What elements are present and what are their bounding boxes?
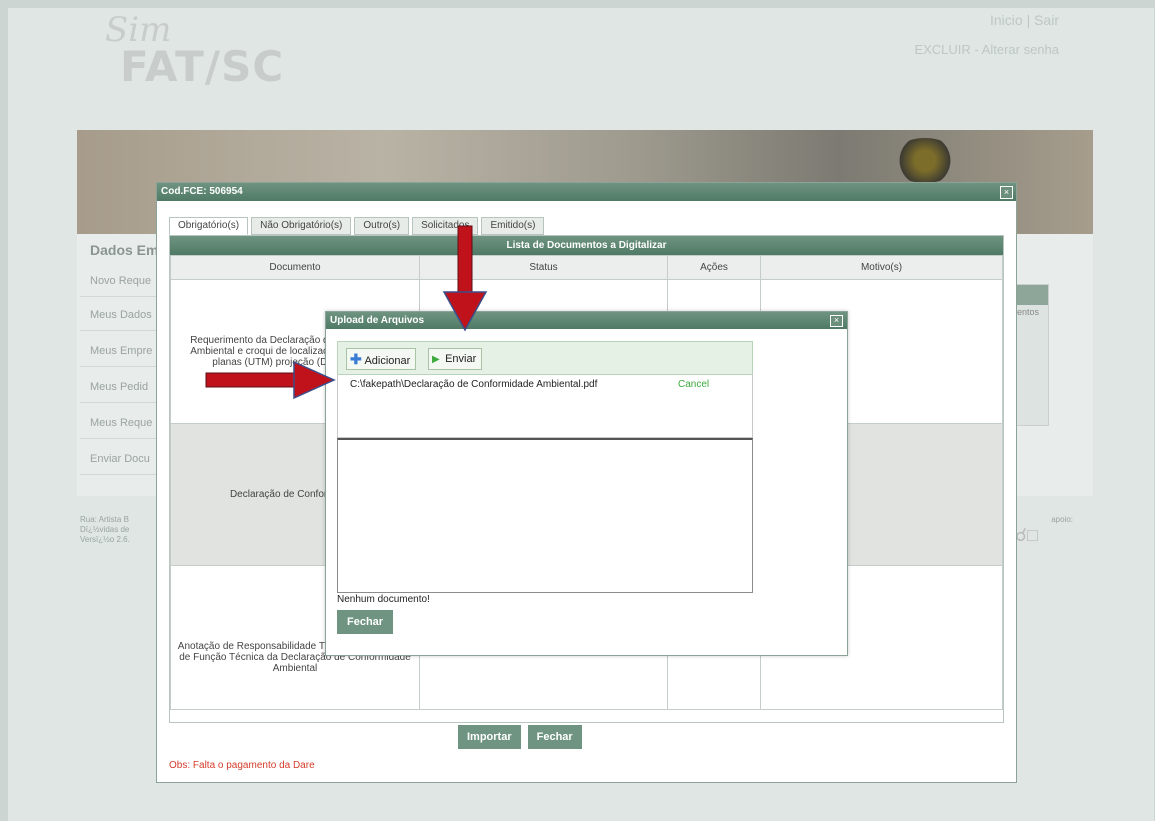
tab-outros[interactable]: Outro(s): [354, 217, 410, 235]
stub-header: [1015, 285, 1048, 305]
plus-icon: ✚: [350, 351, 362, 367]
upload-queue: C:\fakepath\Declaração de Conformidade A…: [337, 374, 753, 438]
play-icon: ▶: [432, 354, 440, 365]
link-separator: |: [1026, 12, 1031, 28]
upload-toolbar: ✚ Adicionar ▶ Enviar: [337, 341, 753, 375]
background-table-stub: entos: [1014, 284, 1049, 426]
tab-emitidos[interactable]: Emitido(s): [481, 217, 545, 235]
queued-file-path: C:\fakepath\Declaração de Conformidade A…: [350, 379, 598, 390]
sponsor-logos: ☌□: [1015, 525, 1038, 545]
link-excluir[interactable]: EXCLUIR: [914, 42, 970, 57]
close-icon[interactable]: ×: [1000, 186, 1013, 199]
top-links: Inicio | Sair EXCLUIR - Alterar senha: [914, 12, 1059, 57]
upload-title: Upload de Arquivos: [326, 312, 847, 329]
col-acoes: Ações: [667, 255, 761, 280]
sidebar-title: Dados Em: [90, 242, 159, 258]
dialog-title: Cod.FCE: 506954: [157, 183, 1016, 201]
link-sair[interactable]: Sair: [1034, 12, 1059, 28]
fechar-button[interactable]: Fechar: [527, 725, 582, 749]
importar-button[interactable]: Importar: [458, 725, 521, 749]
tab-bar: Obrigatório(s) Não Obrigatório(s) Outro(s)…: [169, 217, 547, 235]
col-motivos: Motivo(s): [760, 255, 1003, 280]
upload-dialog: Upload de Arquivos × ✚ Adicionar ▶ Envia…: [325, 311, 848, 656]
stub-label: entos: [1017, 307, 1040, 317]
close-icon[interactable]: ×: [830, 315, 843, 327]
upload-drop-area[interactable]: [337, 438, 753, 593]
link-dash: -: [974, 42, 979, 57]
tab-nao-obrigatorios[interactable]: Não Obrigatório(s): [251, 217, 352, 235]
logo: FAT/SC: [120, 42, 285, 91]
tab-obrigatorios[interactable]: Obrigatório(s): [169, 217, 249, 235]
enviar-label: Enviar: [445, 353, 477, 365]
grid-caption: Lista de Documentos a Digitalizar: [170, 236, 1003, 255]
arrow-right-annotation: [205, 360, 336, 400]
adicionar-label: Adicionar: [364, 355, 411, 367]
footer-address: Rua: Artista B Dï¿½vidas de Versï¿½o 2.6…: [80, 515, 130, 545]
banner-owl-eye: [890, 138, 960, 183]
cancel-link[interactable]: Cancel: [678, 379, 709, 390]
adicionar-button[interactable]: ✚ Adicionar: [346, 348, 417, 370]
obs-message: Obs: Falta o pagamento da Dare: [169, 760, 315, 771]
dialog-actions: Importar Fechar: [458, 725, 589, 749]
link-inicio[interactable]: Inicio: [990, 12, 1023, 28]
footer-line: Versï¿½o 2.6.: [80, 535, 130, 544]
apoio-label: apoio:: [1051, 515, 1073, 524]
arrow-down-annotation: [442, 225, 488, 332]
col-documento: Documento: [170, 255, 420, 280]
empty-message: Nenhum documento!: [337, 594, 430, 605]
footer-line: Dï¿½vidas de: [80, 525, 130, 534]
link-alterar-senha[interactable]: Alterar senha: [982, 42, 1059, 57]
upload-fechar-button[interactable]: Fechar: [337, 610, 394, 634]
enviar-button[interactable]: ▶ Enviar: [428, 348, 483, 370]
footer-line: Rua: Artista B: [80, 515, 129, 524]
